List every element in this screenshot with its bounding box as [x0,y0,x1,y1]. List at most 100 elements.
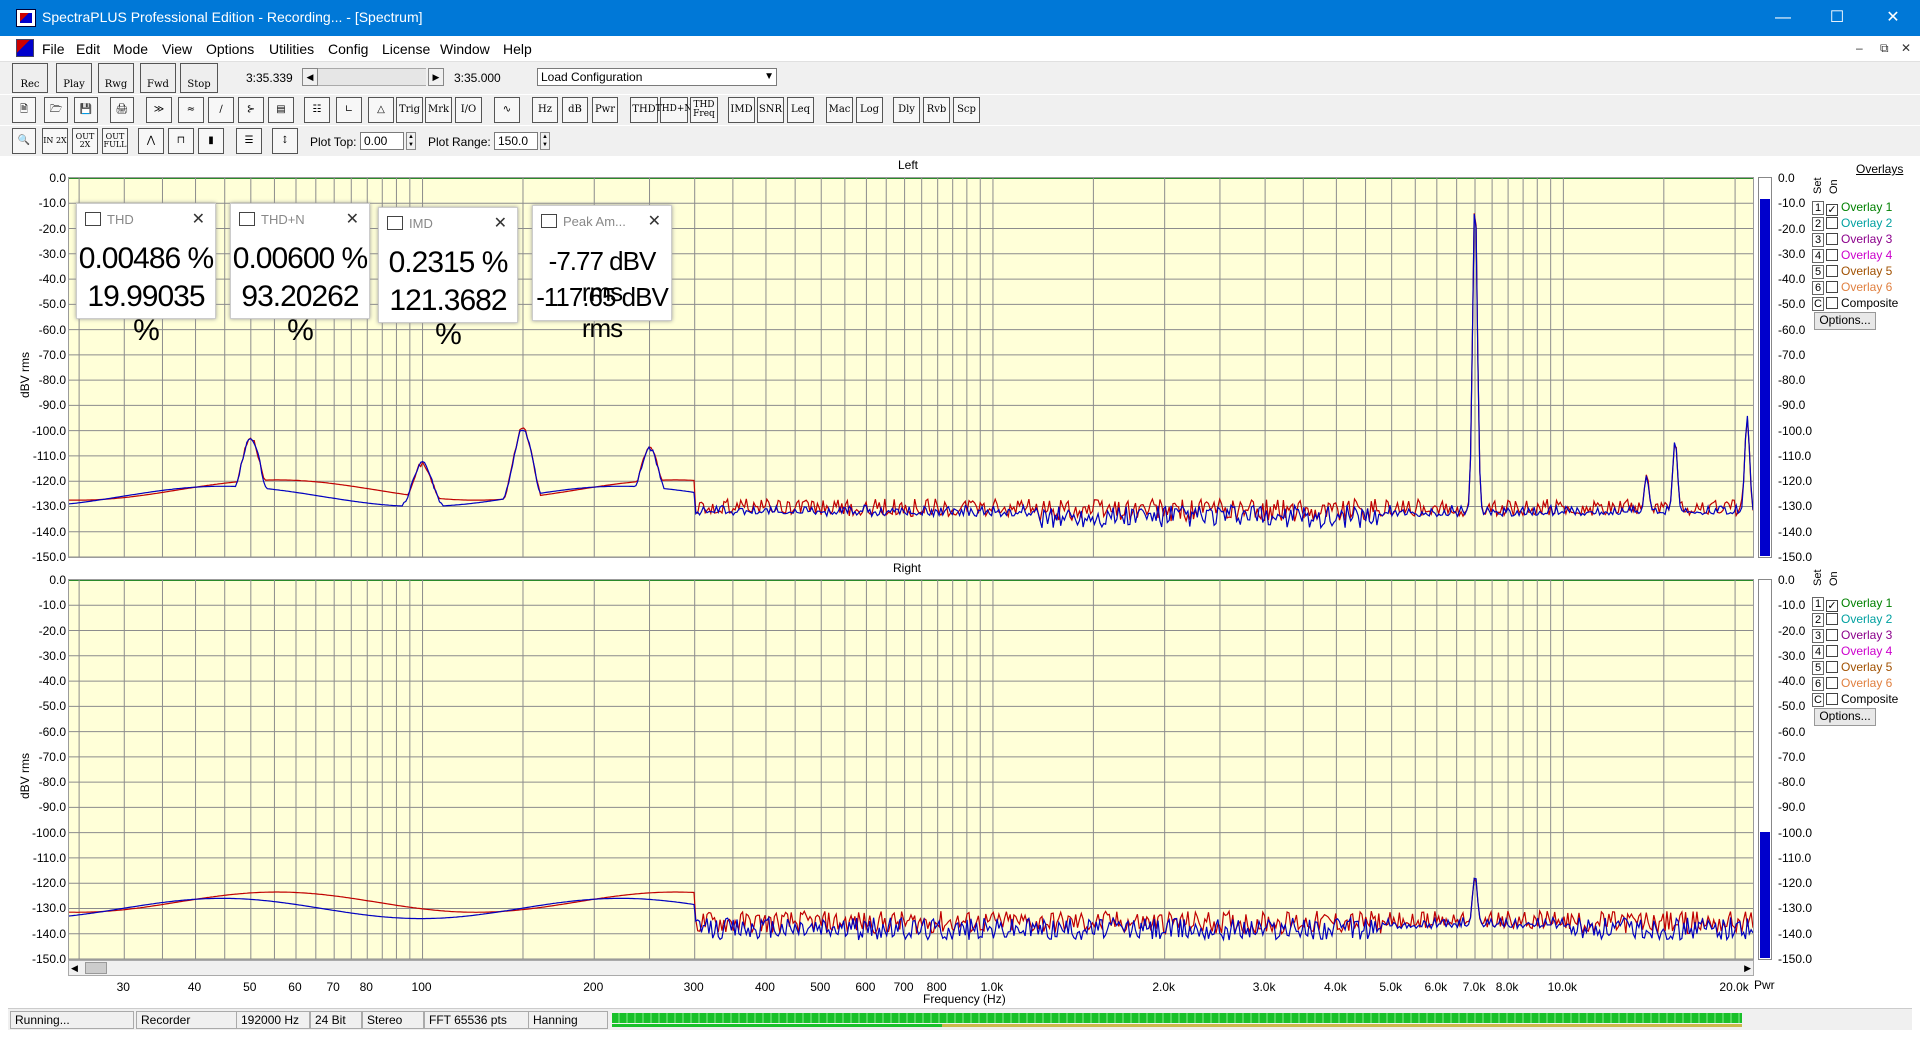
overlay-checkbox[interactable] [1826,693,1838,705]
imd-button[interactable]: IMD [728,97,755,123]
menu-options[interactable]: Options [206,41,254,57]
plot-top-input[interactable]: 0.00 [360,132,404,150]
overlay-row-3[interactable]: 3 Overlay 3 [1812,628,1892,644]
scp-button[interactable]: Scp [953,97,980,123]
overlay-set-button[interactable]: 3 [1812,233,1824,247]
spectrogram-icon[interactable]: ▤ [268,97,294,123]
mdi-minimize-button[interactable]: – [1856,41,1863,55]
overlay-row-C[interactable]: C Composite [1812,296,1898,312]
peak-icon[interactable]: ⋀ [138,128,164,154]
plot-range-spinner[interactable]: ▲ ▼ [540,132,550,150]
time-series-icon[interactable]: ∕ [208,97,234,123]
scroll-left-arrow[interactable]: ◀ [302,68,318,86]
dly-button[interactable]: Dly [893,97,920,123]
stop-button[interactable]: Stop [180,63,218,93]
generator-icon[interactable]: ≫ [146,97,172,123]
overlay-row-4[interactable]: 4 Overlay 4 [1812,644,1892,660]
scroll-right-arrow[interactable]: ▶ [1744,961,1751,975]
spectrum-mode-icon[interactable]: ≈ [178,97,204,123]
zoom-out-2x-icon[interactable]: OUT 2X [72,128,98,154]
rvb-button[interactable]: Rvb [923,97,950,123]
mdi-close-button[interactable]: ✕ [1901,41,1911,55]
time-scrollbar[interactable] [318,68,426,86]
overlay-checkbox[interactable] [1826,249,1838,261]
overlay-row-2[interactable]: 2 Overlay 2 [1812,216,1892,232]
print-icon[interactable]: 🖨 [110,97,134,123]
axis-icon[interactable]: ∟ [336,97,362,123]
menu-view[interactable]: View [162,41,192,57]
trigger-icon[interactable]: △ [368,97,394,123]
menu-help[interactable]: Help [503,41,532,57]
sine-icon[interactable]: ∿ [494,97,520,123]
open-folder-icon[interactable]: 🗁 [44,97,68,123]
overlays-options-button-right[interactable]: Options... [1814,708,1876,726]
db-button[interactable]: dB [562,97,588,123]
thdn-button[interactable]: THD+N [656,97,692,123]
overlay-checkbox[interactable] [1826,265,1838,277]
overlay-checkbox[interactable] [1826,217,1838,229]
measurement-thd[interactable]: THD ✕ 0.00486 % 19.99035 % [76,203,216,347]
overlay-set-button[interactable]: 5 [1812,661,1824,675]
plot-area-right[interactable] [68,579,1754,960]
overlay-row-C[interactable]: C Composite [1812,692,1898,708]
overlay-checkbox[interactable] [1826,629,1838,641]
trig-button[interactable]: Trig [396,97,423,123]
overlay-set-button[interactable]: C [1812,693,1824,707]
overlay-set-button[interactable]: 2 [1812,217,1824,231]
overlays-options-button-left[interactable]: Options... [1814,312,1876,330]
horizontal-scrollbar[interactable]: ◀ ▶ [68,960,1754,976]
rec-button[interactable]: Rec [12,63,48,93]
close-icon[interactable]: ✕ [494,213,507,233]
overlay-set-button[interactable]: 6 [1812,677,1824,691]
close-icon[interactable]: ✕ [192,209,205,229]
minimize-button[interactable]: — [1760,0,1806,36]
maximize-button[interactable]: ☐ [1814,0,1860,36]
overlay-checkbox[interactable] [1826,297,1838,309]
overlay-checkbox[interactable] [1826,233,1838,245]
phase-icon[interactable]: ⊱ [238,97,264,123]
overlay-row-2[interactable]: 2 Overlay 2 [1812,612,1892,628]
plot-top-spinner[interactable]: ▲ ▼ [406,132,416,150]
save-icon[interactable]: 💾 [74,97,98,123]
scroll-right-arrow[interactable]: ▶ [428,68,444,86]
overlay-row-6[interactable]: 6 Overlay 6 [1812,280,1892,296]
close-icon[interactable]: ✕ [648,211,661,231]
overlay-checkbox[interactable] [1826,677,1838,689]
overlay-row-1[interactable]: 1 ✓ Overlay 1 [1812,200,1892,216]
overlay-set-button[interactable]: 6 [1812,281,1824,295]
leq-button[interactable]: Leq [787,97,814,123]
zoom-in-2x-icon[interactable]: IN 2X [42,128,68,154]
snr-button[interactable]: SNR [757,97,784,123]
step-icon[interactable]: ⊓ [168,128,194,154]
menu-config[interactable]: Config [328,41,368,57]
menu-window[interactable]: Window [440,41,490,57]
overlay-checkbox[interactable] [1826,613,1838,625]
overlay-set-button[interactable]: 1 [1812,597,1824,611]
overlay-set-button[interactable]: 4 [1812,249,1824,263]
menu-license[interactable]: License [382,41,430,57]
zoom-icon[interactable]: 🔍 [12,128,36,154]
overlay-set-button[interactable]: 1 [1812,201,1824,215]
measurement-peak[interactable]: Peak Am... ✕ -7.77 dBV rms -117.65 dBV r… [532,205,672,343]
overlay-checkbox[interactable]: ✓ [1826,600,1838,612]
list-icon[interactable]: ☰ [236,128,262,154]
plot-range-input[interactable]: 150.0 [494,132,538,150]
scroll-left-arrow[interactable]: ◀ [71,961,78,975]
overlay-checkbox[interactable]: ✓ [1826,204,1838,216]
overlay-checkbox[interactable] [1826,661,1838,673]
measurement-imd[interactable]: IMD ✕ 0.2315 % 121.3682 % [378,207,518,351]
overlay-row-5[interactable]: 5 Overlay 5 [1812,264,1892,280]
rewind-button[interactable]: Rwg [98,63,134,93]
overlay-checkbox[interactable] [1826,281,1838,293]
settings-icon[interactable]: ☷ [304,97,330,123]
forward-button[interactable]: Fwd [140,63,176,93]
overlay-row-4[interactable]: 4 Overlay 4 [1812,248,1892,264]
mrk-button[interactable]: Mrk [425,97,452,123]
zoom-out-full-icon[interactable]: OUT FULL [102,128,128,154]
document-icon[interactable] [16,39,34,57]
range-icon[interactable]: ↕ [272,128,298,154]
overlay-row-5[interactable]: 5 Overlay 5 [1812,660,1892,676]
pwr-button[interactable]: Pwr [592,97,618,123]
io-button[interactable]: I/O [455,97,482,123]
overlay-set-button[interactable]: C [1812,297,1824,311]
